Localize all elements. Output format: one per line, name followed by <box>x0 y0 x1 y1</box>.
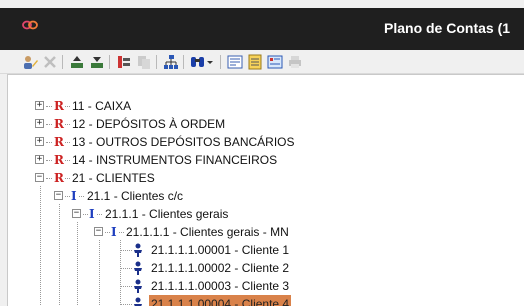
print-icon[interactable] <box>287 54 303 70</box>
collapse-icon[interactable]: − <box>94 227 103 236</box>
r-account-icon: R <box>54 153 64 167</box>
title-bar: Plano de Contas (1 <box>0 8 524 50</box>
person-account-icon <box>134 261 142 275</box>
tree-node[interactable]: − I 21.1.1.1 - Clientes gerais - MN <box>8 223 524 241</box>
person-account-icon <box>134 297 142 306</box>
r-account-icon: R <box>54 117 64 131</box>
toolbar-separator <box>109 55 110 69</box>
toolbar-separator <box>220 55 221 69</box>
toolbar-separator <box>156 55 157 69</box>
tree-node-label: 21.1.1.1 - Clientes gerais - MN <box>126 225 289 239</box>
collapse-icon[interactable]: − <box>54 191 63 200</box>
tree-node-label: 12 - DEPÓSITOS À ORDEM <box>72 117 226 131</box>
r-account-icon: R <box>54 171 64 185</box>
tree-node-label: 21.1 - Clientes c/c <box>87 189 184 203</box>
tree-node[interactable]: − I 21.1 - Clientes c/c <box>8 187 524 205</box>
r-account-icon: R <box>54 135 64 149</box>
expand-icon[interactable]: + <box>35 137 44 146</box>
tree-node[interactable]: + R 11 - CAIXA <box>8 97 524 115</box>
user-pen-icon[interactable] <box>22 54 38 70</box>
tree-node[interactable]: + R 14 - INSTRUMENTOS FINANCEIROS <box>8 151 524 169</box>
collapse-icon[interactable]: − <box>72 209 81 218</box>
tree-node-label: 11 - CAIXA <box>72 99 132 113</box>
tree-node-label: 14 - INSTRUMENTOS FINANCEIROS <box>72 153 278 167</box>
delete-icon[interactable] <box>42 54 58 70</box>
tree-node-label: 21.1.1.1.00002 - Cliente 2 <box>151 261 290 275</box>
tree-node-label: 21.1.1.1.00003 - Cliente 3 <box>151 279 290 293</box>
tree-node[interactable]: 21.1.1.1.00003 - Cliente 3 <box>8 277 524 295</box>
tree-node[interactable]: + R 12 - DEPÓSITOS À ORDEM <box>8 115 524 133</box>
toolbar-separator <box>62 55 63 69</box>
hierarchy-icon[interactable] <box>163 54 179 70</box>
insert-icon[interactable] <box>116 54 132 70</box>
i-account-icon: I <box>71 189 77 203</box>
tree-node[interactable]: − R 21 - CLIENTES <box>8 169 524 187</box>
expand-icon[interactable]: + <box>35 155 44 164</box>
person-account-icon <box>134 243 142 257</box>
expand-icon[interactable]: + <box>35 101 44 110</box>
tree-node[interactable]: + R 13 - OUTROS DEPÓSITOS BANCÁRIOS <box>8 133 524 151</box>
tree-node-selected[interactable]: 21.1.1.1.00004 - Cliente 4 <box>8 295 524 306</box>
r-account-icon: R <box>54 99 64 113</box>
tree-node[interactable]: − I 21.1.1 - Clientes gerais <box>8 205 524 223</box>
move-down-icon[interactable] <box>89 54 105 70</box>
list-icon[interactable] <box>267 54 283 70</box>
tree-node-label: 13 - OUTROS DEPÓSITOS BANCÁRIOS <box>72 135 295 149</box>
toolbar-separator <box>183 55 184 69</box>
move-up-icon[interactable] <box>69 54 85 70</box>
dropdown-arrow-icon[interactable] <box>206 54 214 70</box>
app-logo-icon <box>22 20 38 30</box>
tree-node-label: 21.1.1.1.00004 - Cliente 4 <box>149 295 292 306</box>
expand-icon[interactable]: + <box>35 119 44 128</box>
window-title: Plano de Contas (1 <box>384 20 511 36</box>
i-account-icon: I <box>111 225 117 239</box>
properties-icon[interactable] <box>227 54 243 70</box>
report-icon[interactable] <box>247 54 263 70</box>
person-account-icon <box>134 279 142 293</box>
copy-icon[interactable] <box>136 54 152 70</box>
account-tree: + R 11 - CAIXA + R 12 - DEPÓSITOS À ORDE… <box>7 74 524 306</box>
tree-node-label: 21.1.1.1.00001 - Cliente 1 <box>151 243 290 257</box>
toolbar <box>0 50 524 74</box>
find-icon[interactable] <box>190 54 206 70</box>
tree-node[interactable]: 21.1.1.1.00002 - Cliente 2 <box>8 259 524 277</box>
collapse-icon[interactable]: − <box>35 173 44 182</box>
tree-node-label: 21 - CLIENTES <box>72 171 155 185</box>
tree-node[interactable]: 21.1.1.1.00001 - Cliente 1 <box>8 241 524 259</box>
tree-node-label: 21.1.1 - Clientes gerais <box>105 207 229 221</box>
i-account-icon: I <box>89 207 95 221</box>
